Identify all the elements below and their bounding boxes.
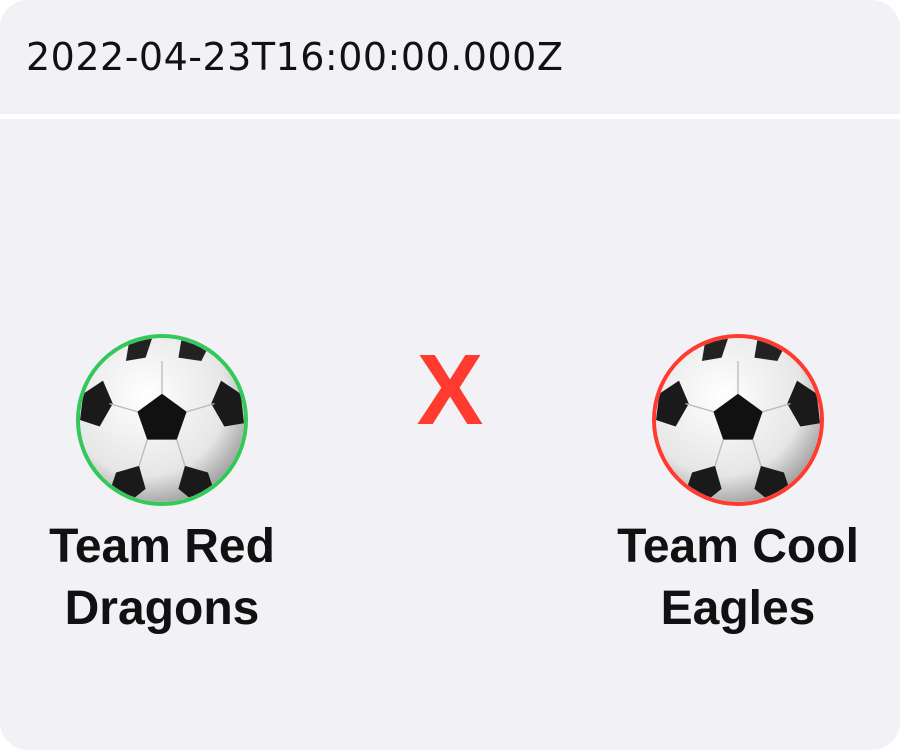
match-date: 2022-04-23T16:00:00.000Z <box>26 35 564 79</box>
soccer-ball-icon <box>656 338 820 502</box>
soccer-ball-icon <box>80 338 244 502</box>
away-team: Team Cool Eagles <box>573 334 900 640</box>
away-team-logo <box>652 334 824 506</box>
home-team: Team Red Dragons <box>0 334 327 640</box>
home-team-name: Team Red Dragons <box>49 520 275 635</box>
versus-label: X <box>416 334 484 446</box>
match-card[interactable]: 2022-04-23T16:00:00.000Z Team Red Dragon… <box>0 0 900 750</box>
divider <box>0 114 900 119</box>
away-team-name: Team Cool Eagles <box>617 520 859 635</box>
match-header: 2022-04-23T16:00:00.000Z <box>0 0 900 114</box>
home-team-logo <box>76 334 248 506</box>
